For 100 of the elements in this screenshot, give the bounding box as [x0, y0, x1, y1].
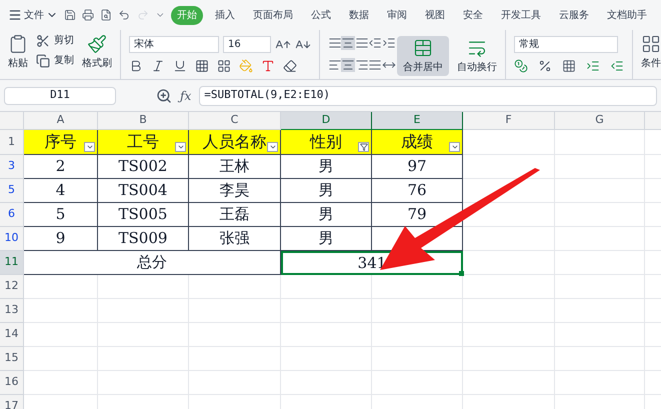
table-cell: 王林: [189, 155, 281, 179]
indent-decrease-icon[interactable]: [368, 36, 382, 50]
header-cell: 工号: [98, 130, 189, 155]
align-center-icon[interactable]: [341, 58, 356, 72]
merge-cells-icon: [413, 38, 433, 58]
thousands-icon[interactable]: [562, 59, 576, 73]
table-cell: 97: [372, 155, 463, 179]
row-header[interactable]: 15: [0, 347, 24, 371]
row-header[interactable]: 12: [0, 275, 24, 299]
row-header[interactable]: 17: [0, 395, 24, 409]
bold-icon[interactable]: [129, 59, 143, 73]
merge-center-button[interactable]: 合并居中: [397, 36, 449, 76]
undo-icon[interactable]: [118, 8, 130, 22]
print-icon[interactable]: [82, 8, 94, 22]
formula-field[interactable]: =SUBTOTAL(9,E2:E10): [199, 86, 657, 106]
row-header[interactable]: 11: [0, 251, 24, 275]
increase-decimal-icon[interactable]: [586, 59, 600, 73]
header-cell: 人员名称: [189, 130, 281, 155]
column-header[interactable]: D: [281, 112, 372, 130]
function-icon[interactable]: ƒx: [180, 86, 192, 104]
row-header[interactable]: 16: [0, 371, 24, 395]
scissors-icon: [36, 34, 50, 48]
save-icon[interactable]: [64, 8, 76, 22]
filter-active-button[interactable]: [358, 142, 369, 152]
header-cell: 性别: [281, 130, 372, 155]
caret-icon: [268, 143, 276, 151]
row-header[interactable]: 1: [0, 130, 24, 155]
filter-dropdown-button[interactable]: [267, 142, 278, 152]
currency-icon[interactable]: [514, 59, 528, 73]
column-header[interactable]: G: [555, 112, 645, 130]
table-cell: TS005: [98, 203, 189, 227]
caret-icon: [176, 143, 184, 151]
table-cell: 男: [281, 179, 372, 203]
ribbon-tab[interactable]: 插入: [209, 6, 242, 24]
ribbon-tab[interactable]: 安全: [457, 6, 490, 24]
column-header[interactable]: E: [372, 112, 463, 130]
header-cell: 成绩: [372, 130, 463, 155]
cut-button[interactable]: 剪切: [36, 34, 74, 48]
ribbon-tab[interactable]: 页面布局: [247, 6, 300, 24]
name-box[interactable]: D11: [4, 86, 116, 104]
total-label-cell: 总分: [24, 251, 281, 275]
number-format-select[interactable]: 常规: [514, 36, 618, 53]
copy-button[interactable]: 复制: [36, 54, 74, 68]
font-color-icon[interactable]: [261, 59, 275, 73]
eraser-icon[interactable]: [283, 59, 297, 73]
fill-handle[interactable]: [459, 271, 464, 276]
decrease-decimal-icon[interactable]: [610, 59, 624, 73]
ribbon-tab[interactable]: 审阅: [381, 6, 414, 24]
row-header[interactable]: 14: [0, 323, 24, 347]
row-header[interactable]: 13: [0, 299, 24, 323]
copy-icon: [36, 54, 50, 68]
underline-icon[interactable]: [173, 59, 187, 73]
align-left-icon[interactable]: [328, 58, 342, 72]
filter-dropdown-button[interactable]: [84, 142, 95, 152]
conditional-format-button[interactable]: 条件: [632, 30, 661, 79]
border-icon[interactable]: [195, 59, 209, 73]
table-cell: 76: [372, 179, 463, 203]
font-select[interactable]: 宋体: [129, 36, 219, 53]
ribbon-tab[interactable]: 公式: [305, 6, 338, 24]
align-middle-icon[interactable]: [341, 36, 356, 50]
zoom-icon[interactable]: [156, 88, 172, 104]
row-header[interactable]: 3: [0, 155, 24, 179]
menu-icon: [8, 8, 22, 22]
format-painter-button[interactable]: 格式刷: [82, 34, 112, 70]
align-top-icon[interactable]: [328, 36, 342, 50]
ribbon-tab[interactable]: 云服务: [553, 6, 596, 24]
caret-icon: [86, 143, 94, 151]
align-right-icon[interactable]: [354, 58, 369, 72]
file-menu[interactable]: 文件: [8, 8, 58, 22]
header-cell: 序号: [24, 130, 98, 155]
font-size-select[interactable]: 16: [223, 36, 271, 53]
ribbon-tab[interactable]: 开发工具: [495, 6, 548, 24]
print-preview-icon[interactable]: [100, 8, 112, 22]
ribbon-tab[interactable]: 数据: [343, 6, 376, 24]
funnel-icon: [360, 143, 368, 151]
table-cell: 男: [281, 155, 372, 179]
row-header[interactable]: 10: [0, 227, 24, 251]
caret-icon: [450, 143, 458, 151]
row-header[interactable]: 5: [0, 179, 24, 203]
italic-icon[interactable]: [151, 59, 165, 73]
percent-icon[interactable]: [538, 59, 552, 73]
paste-button[interactable]: 粘贴: [8, 34, 28, 70]
filter-dropdown-button[interactable]: [449, 142, 460, 152]
cell-style-icon[interactable]: [217, 59, 231, 73]
indent-increase-icon[interactable]: [382, 36, 396, 50]
table-cell: 男: [281, 227, 372, 251]
table-cell: TS004: [98, 179, 189, 203]
ribbon-tab[interactable]: 视图: [419, 6, 452, 24]
clipboard-icon: [8, 34, 28, 54]
wrap-text-button[interactable]: 自动换行: [457, 36, 497, 74]
ribbon-tab[interactable]: 文档助手: [601, 6, 654, 24]
table-cell: 2: [24, 155, 98, 179]
table-cell: 4: [24, 179, 98, 203]
align-bottom-icon[interactable]: [354, 36, 369, 50]
row-header[interactable]: 6: [0, 203, 24, 227]
column-header[interactable]: F: [463, 112, 555, 130]
table-cell: TS002: [98, 155, 189, 179]
fill-color-icon[interactable]: [239, 59, 253, 73]
justify-icon[interactable]: [368, 58, 382, 72]
filter-dropdown-button[interactable]: [175, 142, 186, 152]
